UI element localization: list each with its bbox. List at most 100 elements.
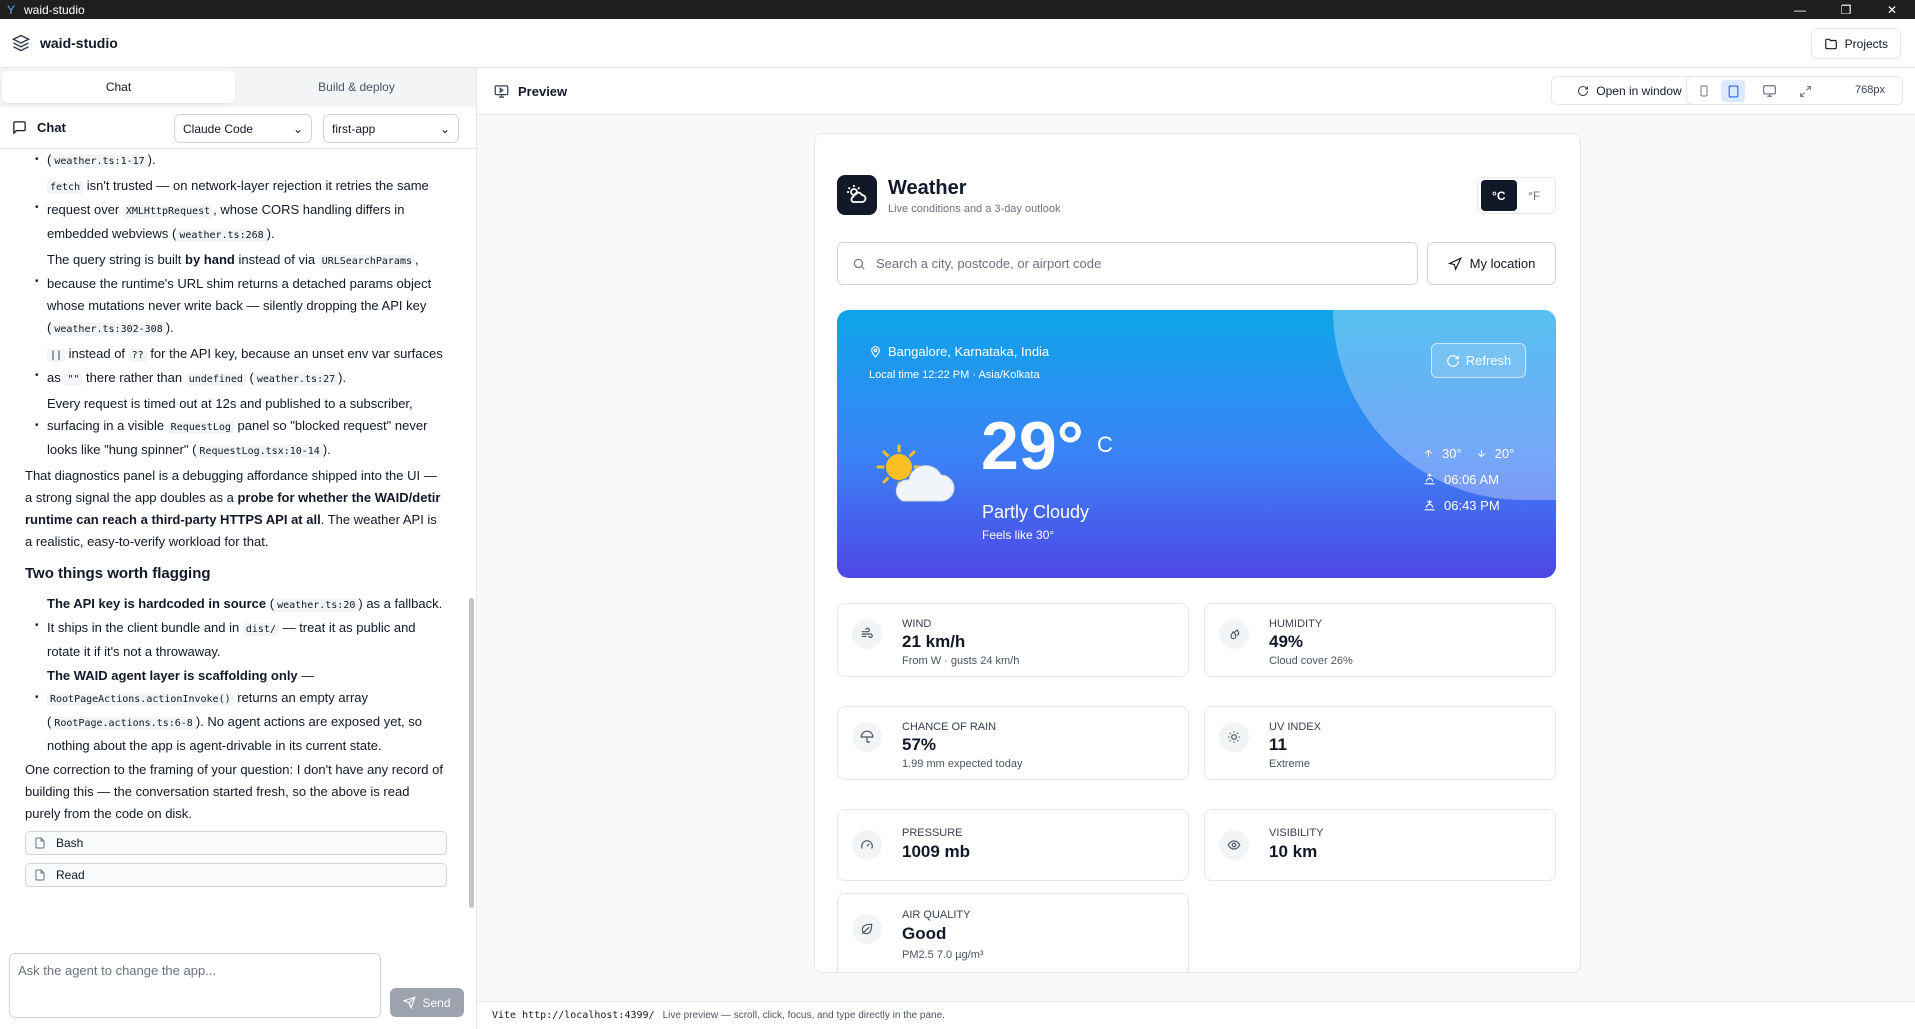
layers-icon [12, 34, 30, 52]
open-in-window-button[interactable]: Open in window [1551, 76, 1708, 105]
high-low-row: 30° 20° [1423, 440, 1528, 466]
droplets-icon [1219, 619, 1249, 649]
tool-call-bash[interactable]: Bash [25, 831, 447, 855]
air-quality-card: AIR QUALITY Good PM2.5 7.0 µg/m³ [837, 893, 1189, 972]
list-item: fetch isn't trusted — on network-layer r… [25, 175, 445, 247]
map-pin-icon [871, 346, 880, 358]
projects-button[interactable]: Projects [1810, 28, 1901, 59]
send-button[interactable]: Send [390, 988, 464, 1017]
tool-label: Read [56, 868, 85, 882]
window-title: waid-studio [24, 2, 85, 17]
weather-subtitle: Live conditions and a 3-day outlook [888, 203, 1061, 215]
rain-value: 57% [902, 735, 937, 754]
dev-server-url: Vite http://localhost:4399/ [492, 1010, 655, 1021]
tool-label: Bash [56, 836, 84, 850]
my-location-label: My location [1469, 256, 1536, 271]
visibility-value: 10 km [1269, 842, 1318, 861]
pressure-label: PRESSURE [902, 827, 963, 839]
rain-label: CHANCE OF RAIN [902, 721, 997, 733]
condition: Partly Cloudy [982, 502, 1090, 522]
restore-icon[interactable]: ❐ [1823, 0, 1869, 19]
pressure-card: PRESSURE 1009 mb [837, 809, 1189, 881]
rain-card: CHANCE OF RAIN 57% 1.99 mm expected toda… [837, 706, 1189, 780]
prompt-input[interactable]: Ask the agent to change the app... [9, 953, 381, 1018]
location-label: Bangalore, Karnataka, India [869, 344, 1049, 359]
message-paragraph: That diagnostics panel is a debugging af… [25, 468, 441, 549]
status-text: Live preview — scroll, click, focus, and… [662, 1010, 945, 1021]
close-icon[interactable]: ✕ [1869, 0, 1915, 19]
file-icon [35, 837, 45, 849]
visibility-card: VISIBILITY 10 km [1204, 809, 1556, 881]
sunrise: 06:06 AM [1423, 472, 1499, 487]
city-search-input[interactable]: Search a city, postcode, or airport code [837, 242, 1418, 285]
expand-icon[interactable] [1793, 80, 1817, 102]
tool-call-read[interactable]: Read [25, 863, 447, 887]
wind-icon [852, 619, 882, 649]
projects-label: Projects [1844, 36, 1888, 51]
my-location-button[interactable]: My location [1427, 242, 1556, 285]
gauge-icon [852, 830, 882, 860]
phone-icon[interactable] [1692, 80, 1716, 102]
chevron-down-icon: ⌄ [439, 121, 450, 136]
tab-build-deploy[interactable]: Build & deploy [240, 71, 473, 103]
weather-title: Weather [888, 177, 967, 199]
minimize-icon[interactable]: — [1777, 0, 1823, 19]
send-label: Send [422, 995, 451, 1010]
wind-value: 21 km/h [902, 632, 966, 651]
unit-fahrenheit-button[interactable]: °F [1517, 180, 1553, 211]
sunset: 06:43 PM [1423, 498, 1500, 513]
refresh-button[interactable]: Refresh [1431, 343, 1526, 378]
air-quality-detail: PM2.5 7.0 µg/m³ [902, 949, 984, 961]
humidity-label: HUMIDITY [1269, 618, 1323, 630]
humidity-value: 49% [1269, 632, 1304, 651]
refresh-label: Refresh [1465, 353, 1512, 368]
brand-name: waid-studio [40, 35, 118, 51]
partly-cloudy-icon [873, 443, 957, 512]
visibility-label: VISIBILITY [1269, 827, 1324, 839]
leaf-icon [852, 914, 882, 944]
sunset-icon [1424, 499, 1435, 510]
message-bullets-2: The API key is hardcoded in source (weat… [25, 593, 445, 757]
sunrise-row: 06:06 AM [1423, 466, 1528, 492]
chat-panel: Chat Build & deploy Chat Claude Code ⌄ f… [0, 68, 477, 1029]
unit-celsius-button[interactable]: °C [1481, 180, 1517, 211]
agent-select-value: Claude Code [183, 121, 254, 136]
chat-title: Chat [12, 120, 66, 135]
preview-title-label: Preview [518, 83, 568, 99]
arrow-up-icon [1424, 449, 1433, 457]
tablet-icon[interactable] [1721, 80, 1745, 102]
temperature-unit: C [1097, 432, 1113, 457]
high-temp: 30° [1423, 446, 1462, 461]
sunrise-icon [1424, 472, 1435, 484]
open-in-window-label: Open in window [1596, 83, 1682, 98]
feels-like: Feels like 30° [982, 528, 1055, 542]
search-placeholder: Search a city, postcode, or airport code [876, 256, 1102, 271]
chat-title-label: Chat [37, 120, 66, 135]
agent-select[interactable]: Claude Code ⌄ [174, 114, 312, 143]
desktop-icon[interactable] [1757, 80, 1781, 102]
brand: waid-studio [12, 34, 118, 52]
list-item: || instead of ?? for the API key, becaus… [25, 343, 445, 391]
current-conditions-card: Bangalore, Karnataka, India Local time 1… [837, 310, 1556, 578]
arrow-down-icon [1477, 449, 1485, 457]
send-icon [403, 996, 417, 1009]
file-icon [35, 869, 45, 881]
preview-frame[interactable]: Weather Live conditions and a 3-day outl… [814, 133, 1581, 973]
message-paragraph: One correction to the framing of your qu… [25, 762, 443, 821]
tab-chat[interactable]: Chat [2, 71, 235, 103]
app-logo-icon: Y [6, 2, 15, 17]
app-select[interactable]: first-app ⌄ [323, 114, 459, 143]
uv-detail: Extreme [1269, 758, 1310, 770]
wind-detail: From W · gusts 24 km/h [902, 655, 1020, 667]
list-item: credentials) to avoid a preflight that a… [25, 149, 445, 173]
humidity-detail: Cloud cover 26% [1269, 655, 1353, 667]
unit-toggle: °C °F [1477, 177, 1556, 214]
monitor-play-icon [494, 84, 509, 98]
chat-scrollbar[interactable] [469, 598, 474, 908]
umbrella-icon [852, 722, 882, 752]
chat-messages[interactable]: credentials) to avoid a preflight that a… [0, 149, 462, 1008]
list-item: The WAID agent layer is scaffolding only… [25, 665, 445, 757]
app-header: waid-studio Projects [0, 19, 1915, 68]
list-item: The API key is hardcoded in source (weat… [25, 593, 445, 663]
day-stats: 30° 20° 06:06 AM 06:43 PM [1423, 440, 1528, 518]
